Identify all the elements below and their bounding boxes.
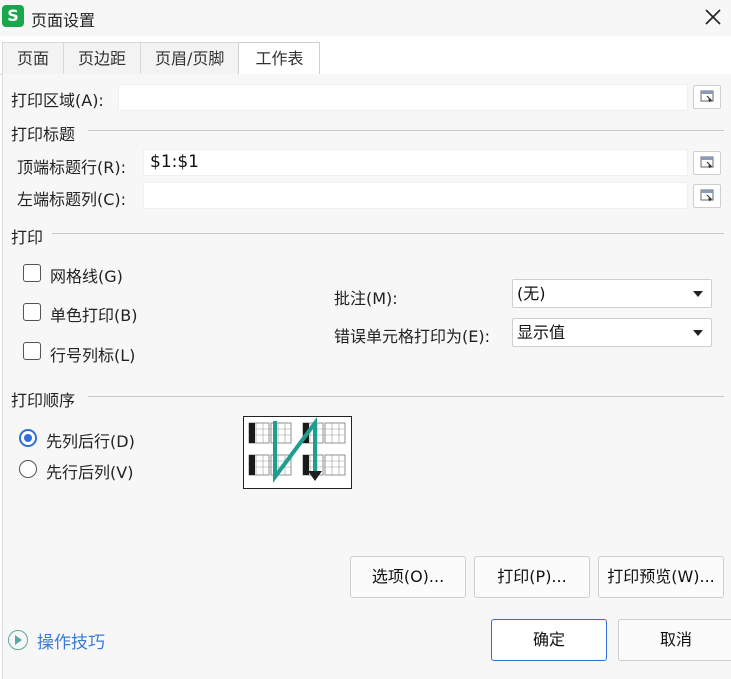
row-col-headers-checkbox[interactable] (23, 342, 41, 360)
errors-label: 错误单元格打印为(E): (334, 327, 490, 346)
print-button[interactable]: 打印(P)... (474, 556, 590, 598)
left-cols-select-button[interactable] (693, 184, 721, 208)
range-picker-icon (700, 156, 714, 169)
left-cols-label: 左端标题列(C): (17, 190, 127, 209)
row-col-headers-label: 行号列标(L) (50, 346, 136, 365)
errors-select[interactable]: 显示值 (512, 318, 712, 347)
gridlines-label: 网格线(G) (50, 267, 123, 286)
errors-select-value: 显示值 (517, 323, 566, 342)
tab-sheet[interactable]: 工作表 (238, 42, 321, 75)
tab-margins[interactable]: 页边距 (63, 42, 142, 74)
close-button[interactable] (701, 5, 725, 29)
mono-print-checkbox[interactable] (23, 303, 41, 321)
print-preview-button[interactable]: 打印预览(W)... (598, 556, 724, 598)
range-picker-icon (700, 90, 714, 103)
left-cols-input[interactable] (143, 182, 688, 209)
close-icon (705, 9, 721, 25)
print-order-divider (88, 396, 724, 397)
title-bar: S 页面设置 (0, 0, 731, 36)
print-area-input[interactable] (118, 84, 688, 111)
top-rows-select-button[interactable] (693, 151, 721, 175)
tab-page[interactable]: 页面 (2, 42, 65, 74)
print-area-label: 打印区域(A): (11, 91, 104, 110)
top-rows-input[interactable]: $1:$1 (143, 149, 688, 176)
comments-label: 批注(M): (334, 289, 398, 308)
tips-link[interactable]: 操作技巧 (8, 628, 105, 653)
options-button[interactable]: 选项(O)... (350, 556, 466, 598)
ok-button[interactable]: 确定 (491, 619, 607, 661)
print-titles-divider (88, 130, 724, 131)
print-order-diagram-icon (248, 416, 346, 484)
tips-label: 操作技巧 (37, 632, 105, 653)
print-titles-heading: 打印标题 (11, 125, 76, 144)
print-divider (52, 233, 724, 234)
comments-select[interactable]: (无) (512, 279, 712, 308)
over-then-down-label: 先行后列(V) (46, 463, 134, 482)
cancel-button[interactable]: 取消 (618, 619, 731, 661)
chevron-down-icon (693, 291, 703, 297)
print-area-select-button[interactable] (693, 85, 721, 109)
print-heading: 打印 (11, 228, 44, 247)
tab-bar: 页面 页边距 页眉/页脚 工作表 (2, 42, 321, 75)
down-then-over-label: 先列后行(D) (46, 432, 135, 451)
dialog-title: 页面设置 (31, 11, 96, 30)
mono-print-label: 单色打印(B) (50, 306, 138, 325)
comments-select-value: (无) (517, 284, 546, 303)
range-picker-icon (700, 189, 714, 202)
down-then-over-radio[interactable] (19, 429, 37, 447)
print-order-preview (243, 416, 352, 489)
over-then-down-radio[interactable] (19, 460, 37, 478)
play-circle-icon (8, 630, 28, 650)
tab-header-footer[interactable]: 页眉/页脚 (140, 42, 240, 74)
wps-spreadsheet-icon: S (2, 5, 24, 27)
gridlines-checkbox[interactable] (23, 264, 41, 282)
top-rows-label: 顶端标题行(R): (17, 158, 126, 177)
print-order-heading: 打印顺序 (11, 391, 76, 410)
chevron-down-icon (693, 330, 703, 336)
